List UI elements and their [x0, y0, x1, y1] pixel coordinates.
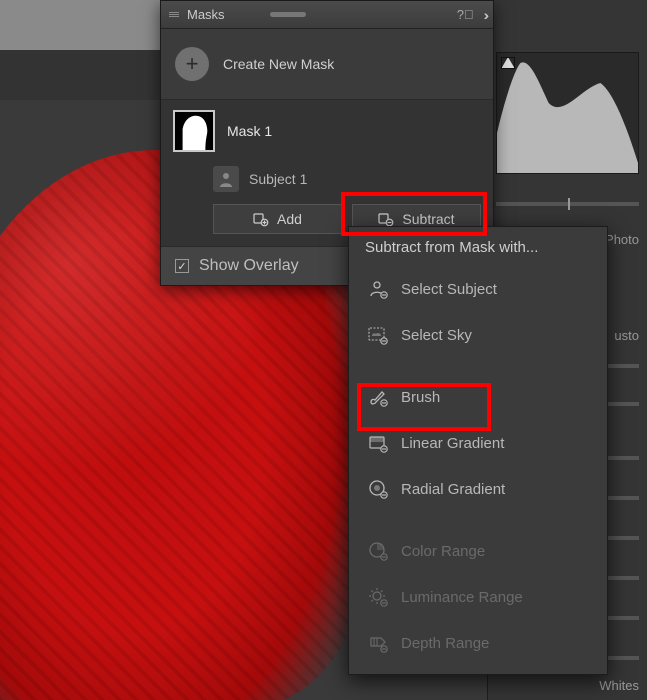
mask-thumbnail[interactable]: [173, 110, 215, 152]
mask-item[interactable]: Mask 1 Subject 1 Add: [161, 100, 493, 246]
subtract-button-label: Subtract: [402, 211, 454, 227]
whites-label: Whites: [599, 678, 639, 693]
histogram[interactable]: [496, 52, 639, 174]
menu-item-linear-gradient[interactable]: Linear Gradient: [349, 420, 607, 466]
add-button-label: Add: [277, 211, 302, 227]
menu-item-luminance-range: Luminance Range: [349, 574, 607, 620]
grip-icon: [169, 12, 179, 17]
mask-name-label: Mask 1: [227, 123, 272, 139]
subject-icon: [213, 166, 239, 192]
luminance-range-icon: [367, 586, 389, 608]
slider-row[interactable]: [496, 196, 639, 212]
plus-icon[interactable]: +: [175, 47, 209, 81]
menu-item-label: Depth Range: [401, 635, 489, 652]
radial-gradient-icon: [367, 478, 389, 500]
drag-handle-icon[interactable]: [270, 12, 306, 17]
sky-icon: [367, 324, 389, 346]
menu-item-label: Color Range: [401, 543, 485, 560]
subject-icon: [367, 278, 389, 300]
menu-item-color-range: Color Range: [349, 528, 607, 574]
menu-item-brush[interactable]: Brush: [349, 374, 607, 420]
histogram-curve: [497, 53, 638, 173]
add-icon: [253, 211, 269, 227]
brush-icon: [367, 386, 389, 408]
menu-item-select-sky[interactable]: Select Sky: [349, 312, 607, 358]
collapse-icon[interactable]: ››: [484, 7, 485, 23]
menu-item-label: Linear Gradient: [401, 435, 504, 452]
subtract-menu: Subtract from Mask with... Select Subjec…: [348, 226, 608, 675]
show-overlay-label: Show Overlay: [199, 257, 299, 275]
mask-component-subject[interactable]: Subject 1: [213, 166, 481, 192]
linear-gradient-icon: [367, 432, 389, 454]
menu-item-depth-range: Depth Range: [349, 620, 607, 666]
menu-item-label: Select Sky: [401, 327, 472, 344]
menu-item-label: Radial Gradient: [401, 481, 505, 498]
add-button[interactable]: Add: [213, 204, 342, 234]
subject-label: Subject 1: [249, 171, 307, 187]
subtract-menu-header: Subtract from Mask with...: [349, 227, 607, 266]
masks-panel-header[interactable]: Masks ?⃝ ››: [161, 1, 493, 29]
color-range-icon: [367, 540, 389, 562]
menu-item-select-subject[interactable]: Select Subject: [349, 266, 607, 312]
menu-item-label: Luminance Range: [401, 589, 523, 606]
depth-range-icon: [367, 632, 389, 654]
menu-item-radial-gradient[interactable]: Radial Gradient: [349, 466, 607, 512]
custom-label: usto: [614, 328, 639, 343]
menu-item-label: Brush: [401, 389, 440, 406]
help-icon[interactable]: ?⃝: [457, 7, 474, 22]
create-new-mask-label: Create New Mask: [223, 56, 334, 72]
menu-item-label: Select Subject: [401, 281, 497, 298]
checkbox-icon[interactable]: ✓: [175, 259, 189, 273]
create-new-mask-row[interactable]: + Create New Mask: [161, 29, 493, 100]
masks-panel-title: Masks: [187, 7, 225, 22]
subtract-icon: [378, 211, 394, 227]
